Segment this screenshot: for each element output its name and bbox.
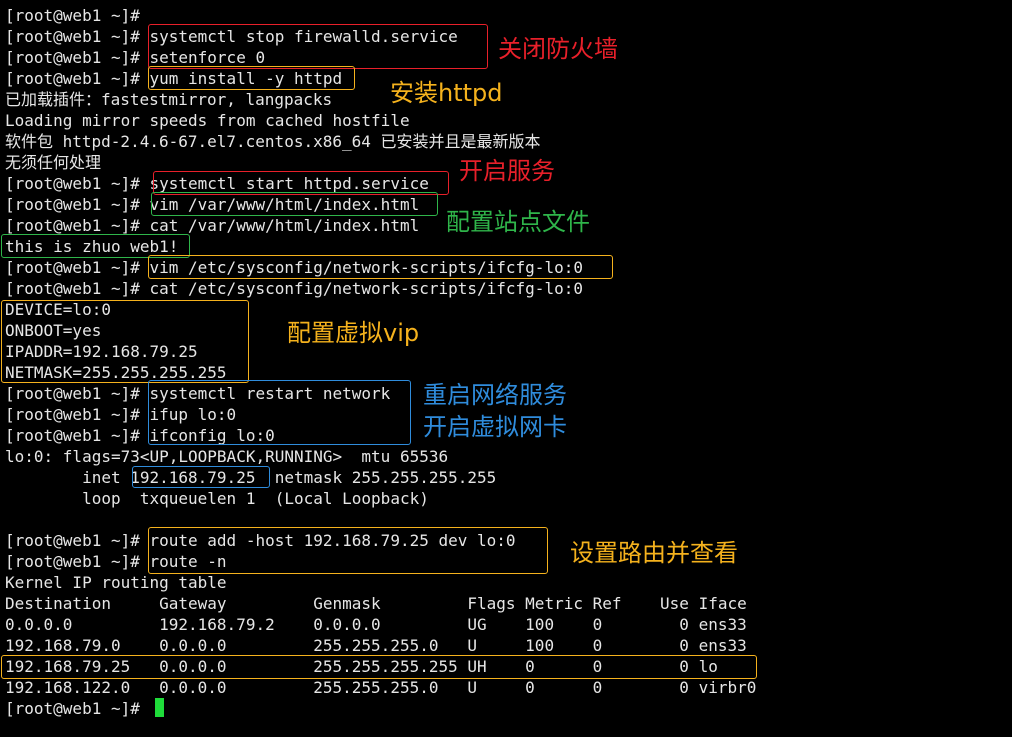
firewall-commands-highlight [148, 24, 488, 69]
terminal-line: loop txqueuelen 1 (Local Loopback) [5, 489, 429, 508]
annotation-route: 设置路由并查看 [570, 539, 738, 567]
terminal-line: 0.0.0.0 192.168.79.2 0.0.0.0 UG 100 0 0 … [5, 615, 747, 634]
vim-index-highlight [151, 192, 438, 216]
terminal-line: 软件包 httpd-2.4.6-67.el7.centos.x86_64 已安装… [5, 132, 541, 151]
network-restart-highlight [148, 380, 411, 445]
annotation-start-service: 开启服务 [459, 157, 555, 185]
terminal-line: [root@web1 ~]# [5, 6, 140, 25]
terminal-line: [root@web1 ~]# cat /var/www/html/index.h… [5, 216, 420, 235]
ifcfg-content-highlight [1, 300, 249, 383]
annotation-restart-network: 重启网络服务 [423, 381, 567, 409]
annotation-virtual-nic: 开启虚拟网卡 [423, 413, 567, 441]
annotation-site-file: 配置站点文件 [446, 208, 590, 236]
yum-install-highlight [148, 66, 355, 90]
route-commands-highlight [148, 527, 548, 574]
terminal-line: 已加载插件：fastestmirror, langpacks [5, 90, 333, 109]
terminal-line: 192.168.122.0 0.0.0.0 255.255.255.0 U 0 … [5, 678, 757, 697]
terminal-line: Loading mirror speeds from cached hostfi… [5, 111, 410, 130]
terminal-prompt: [root@web1 ~]# [5, 699, 150, 718]
terminal-line: 无须任何处理 [5, 153, 102, 172]
terminal-line: Kernel IP routing table [5, 573, 227, 592]
annotation-install-httpd: 安装httpd [390, 79, 503, 107]
vim-ifcfg-highlight [148, 255, 613, 279]
terminal-line: lo:0: flags=73<UP,LOOPBACK,RUNNING> mtu … [5, 447, 449, 466]
annotation-vip: 配置虚拟vip [287, 319, 420, 347]
route-lo-row-highlight [1, 655, 757, 679]
terminal-line: Destination Gateway Genmask Flags Metric… [5, 594, 747, 613]
terminal-line: [root@web1 ~]# cat /etc/sysconfig/networ… [5, 279, 583, 298]
annotation-firewall: 关闭防火墙 [498, 35, 618, 63]
inet-address-highlight [132, 466, 270, 488]
terminal-line: 192.168.79.0 0.0.0.0 255.255.255.0 U 100… [5, 636, 747, 655]
terminal-cursor[interactable] [155, 698, 164, 717]
